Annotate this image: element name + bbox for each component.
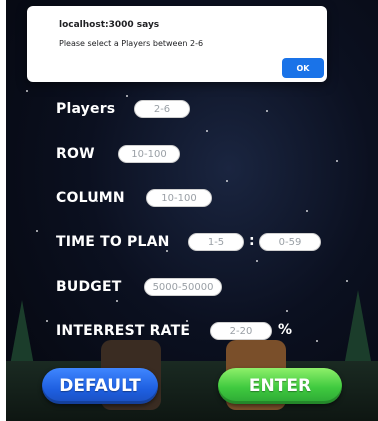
interest-rate-label: INTERREST RATE xyxy=(56,323,191,339)
ok-button[interactable]: OK xyxy=(282,58,324,78)
interest-rate-input[interactable]: 2-20 xyxy=(210,322,272,340)
dialog-message: Please select a Players between 2-6 xyxy=(59,39,204,48)
time-to-plan-row: TIME TO PLAN xyxy=(56,234,170,250)
row-label: ROW xyxy=(56,146,95,162)
budget-input[interactable]: 5000-50000 xyxy=(144,278,222,296)
time-to-plan-label: TIME TO PLAN xyxy=(56,234,170,250)
budget-row: BUDGET xyxy=(56,279,121,295)
time-separator: : xyxy=(249,233,255,249)
players-label: Players xyxy=(56,101,116,117)
default-button[interactable]: DEFAULT xyxy=(42,368,158,404)
enter-button[interactable]: ENTER xyxy=(218,368,342,404)
players-input[interactable]: 2-6 xyxy=(134,100,190,118)
dialog-title: localhost:3000 says xyxy=(59,20,160,30)
column-row: COLUMN xyxy=(56,190,125,206)
time-seconds-input[interactable]: 0-59 xyxy=(259,233,321,251)
time-minutes-input[interactable]: 1-5 xyxy=(188,233,244,251)
column-input[interactable]: 10-100 xyxy=(146,189,212,207)
alert-dialog: localhost:3000 says Please select a Play… xyxy=(27,6,327,82)
interest-rate-row: INTERREST RATE xyxy=(56,323,190,339)
row-row: ROW xyxy=(56,146,95,162)
budget-label: BUDGET xyxy=(56,279,122,295)
column-label: COLUMN xyxy=(56,190,125,206)
players-row: Players xyxy=(56,101,115,117)
percent-sign: % xyxy=(278,322,293,338)
row-input[interactable]: 10-100 xyxy=(118,145,180,163)
